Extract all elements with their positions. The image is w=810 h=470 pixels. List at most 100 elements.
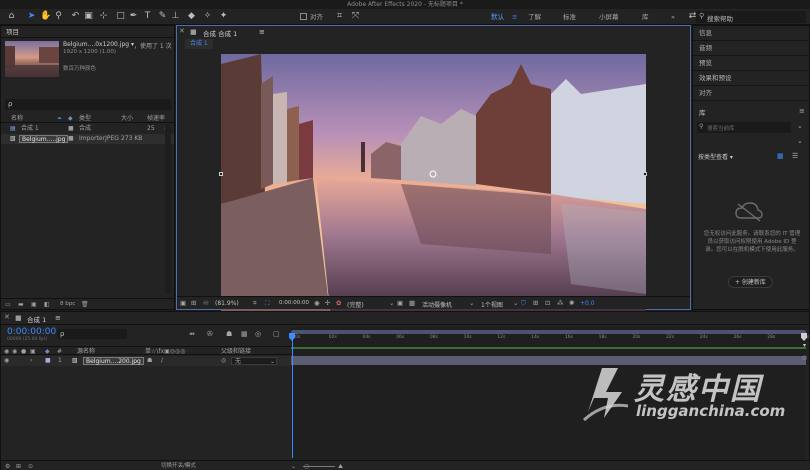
workspace-menu-icon[interactable]: ≡ [512, 12, 517, 22]
create-library-button[interactable]: + 创建新库 [728, 276, 773, 288]
quality-switch-icon[interactable]: / [161, 356, 163, 365]
channel-icon[interactable]: ✿ [336, 299, 341, 307]
workspace-standard[interactable]: 标准 [563, 12, 576, 22]
snap-icon[interactable]: ⌗ [334, 11, 345, 22]
pan-behind-tool-icon[interactable]: ⊹ [98, 11, 109, 22]
region-icon[interactable]: ⊞ [191, 299, 196, 307]
composition-viewer-image[interactable] [221, 54, 646, 320]
layer-label-swatch[interactable]: ■ [45, 356, 51, 365]
transparency-grid-icon[interactable]: ▩ [409, 299, 415, 307]
grid-view-icon[interactable]: ▦ [777, 152, 784, 160]
bit-depth-label[interactable]: 8 bpc [60, 300, 75, 309]
panel-menu-icon[interactable]: ≡ [55, 314, 61, 322]
workspace-learn[interactable]: 了解 [528, 12, 541, 22]
timeline-toggle-icon[interactable]: ⊡ [545, 299, 550, 307]
dropdown-chevron-icon[interactable]: ⌄ [389, 299, 394, 307]
col-name[interactable]: 名称 [11, 114, 23, 123]
view-by-type-select[interactable]: 按类型查看 ▾ [698, 152, 733, 161]
pick-whip-icon[interactable]: ◎ [221, 356, 226, 365]
list-view-icon[interactable]: ☰ [792, 152, 798, 160]
motion-blur-icon[interactable]: ◎ [255, 330, 261, 338]
tab-comp-1[interactable]: 合成 1 [185, 39, 213, 49]
roi-icon[interactable]: ▣ [397, 299, 403, 307]
time-ruler[interactable]: 0s 02s 04s 06s 08s 10s 12s 14s 16s 18s 20s 22s 24s 26… [291, 335, 809, 345]
comp-panel-title[interactable]: 合成 合成 1 [203, 28, 237, 38]
close-icon[interactable]: ✕ [4, 313, 10, 321]
delete-icon[interactable]: 🗑 [81, 300, 89, 309]
new-composition-icon[interactable]: ▣ [31, 300, 37, 309]
shy-layers-icon[interactable]: ☗ [226, 330, 232, 338]
home-icon[interactable]: ⌂ [6, 11, 17, 22]
timeline-current-time[interactable]: 0:00:00:00 [7, 327, 56, 337]
expand-layer-icon[interactable]: › [30, 356, 32, 365]
rotate-tool-icon[interactable]: ↶ [70, 11, 81, 22]
project-item-row[interactable]: ▧ Belgium.....jpg ■ ImporterJPEG 273 KB [1, 134, 174, 144]
effects-presets-panel[interactable]: 效果和预设 [693, 71, 809, 86]
comp-button-icon[interactable]: ⚇ [802, 355, 807, 362]
snapshot-icon[interactable]: ◉ [314, 299, 320, 307]
audio-panel[interactable]: 音频 [693, 41, 809, 56]
timeline-search-input[interactable]: ρ [60, 330, 64, 338]
interpret-footage-icon[interactable]: ▭ [5, 300, 11, 309]
panel-menu-icon[interactable]: ≡ [799, 107, 805, 115]
audio-toggle-icon[interactable]: ◉ [12, 347, 17, 356]
snap-options-icon[interactable]: ⤧ [350, 11, 361, 22]
layer-switches-icon[interactable]: ⚙ [5, 462, 10, 470]
zoom-out-icon[interactable]: ⌄ [291, 462, 296, 470]
close-icon[interactable]: ✕ [179, 27, 188, 37]
camera-tool-icon[interactable]: ▣ [83, 11, 94, 22]
pen-tool-icon[interactable]: ✒ [128, 11, 139, 22]
zoom-in-icon[interactable]: ⛰ [338, 462, 343, 470]
flowchart-icon[interactable]: ⁂ [557, 299, 564, 307]
solo-toggle-icon[interactable]: ● [21, 347, 26, 356]
draft-3d-icon[interactable]: ✇ [207, 330, 213, 338]
col-fps[interactable]: 帧速率 [147, 114, 165, 123]
workspace-default[interactable]: 默认 [491, 12, 504, 22]
exposure-value[interactable]: +0.0 [580, 300, 595, 307]
library-dropdown-icon[interactable]: ⌄ [797, 122, 803, 130]
layer-name[interactable]: Belgium....200.jpg [83, 357, 144, 365]
transfer-controls-icon[interactable]: ⊞ [16, 462, 21, 470]
zoom-tool-icon[interactable]: ⚲ [53, 11, 64, 22]
camera-view-select[interactable]: 活动摄像机 [422, 300, 452, 309]
preview-panel[interactable]: 预览 [693, 56, 809, 71]
parent-select[interactable]: 无 ⌄ [231, 357, 277, 365]
toggle-switches-modes[interactable]: 切换开关/模式 [161, 462, 196, 470]
view-layout-select[interactable]: 1个视图 [481, 300, 503, 309]
transform-handle[interactable] [219, 172, 223, 176]
current-time-display[interactable]: 0:00:00:00 [279, 300, 309, 306]
new-folder-icon[interactable]: ▬ [18, 300, 24, 309]
frame-icon[interactable]: ⛶ [265, 299, 270, 308]
library-dropdown-icon[interactable]: ⌄ [797, 137, 803, 145]
col-type[interactable]: 类型 [79, 114, 91, 123]
source-name-column[interactable]: 源名称 [77, 347, 95, 356]
render-time-icon[interactable]: ⊙ [28, 462, 33, 470]
eraser-tool-icon[interactable]: ◆ [186, 11, 197, 22]
rectangle-tool-icon[interactable]: □ [115, 11, 126, 22]
show-snapshot-icon[interactable]: ✢ [325, 299, 330, 307]
magnification-select[interactable]: (81.9%) [215, 300, 239, 307]
shy-switch-icon[interactable]: ☗ [147, 356, 152, 365]
puppet-tool-icon[interactable]: ✦ [218, 11, 229, 22]
lock-icon[interactable]: ■ [15, 314, 22, 322]
library-panel-title[interactable]: 库 [699, 107, 706, 117]
frame-blending-icon[interactable]: ▦ [241, 330, 248, 338]
lock-icon[interactable]: ■ [190, 28, 197, 36]
workspace-library[interactable]: 库 [642, 12, 649, 22]
lock-toggle-icon[interactable]: ▣ [30, 347, 36, 356]
project-settings-icon[interactable]: ◧ [44, 300, 50, 309]
hand-tool-icon[interactable]: ✋ [40, 11, 51, 22]
help-search[interactable]: ⚲ 搜索帮助 [696, 11, 806, 23]
project-search-input[interactable]: ρ [8, 100, 12, 108]
dropdown-chevron-icon[interactable]: ⌄ [513, 299, 518, 307]
parent-link-column[interactable]: 父级和链接 [221, 347, 251, 356]
resolution-select[interactable]: (完整) [347, 300, 364, 309]
project-panel-title[interactable]: 项目 [1, 26, 174, 38]
comp-marker-icon[interactable]: ▾ [803, 342, 806, 349]
composition-navigator-icon[interactable]: ⇴ [189, 330, 195, 338]
project-scrollbar[interactable] [165, 124, 171, 294]
clone-stamp-tool-icon[interactable]: ⊥ [170, 11, 181, 22]
dropdown-chevron-icon[interactable]: ⌄ [469, 299, 474, 307]
sort-icon[interactable]: ⏶ [57, 114, 62, 123]
switches-column[interactable]: 单☆\fx▣◎◎◎ [145, 347, 185, 356]
